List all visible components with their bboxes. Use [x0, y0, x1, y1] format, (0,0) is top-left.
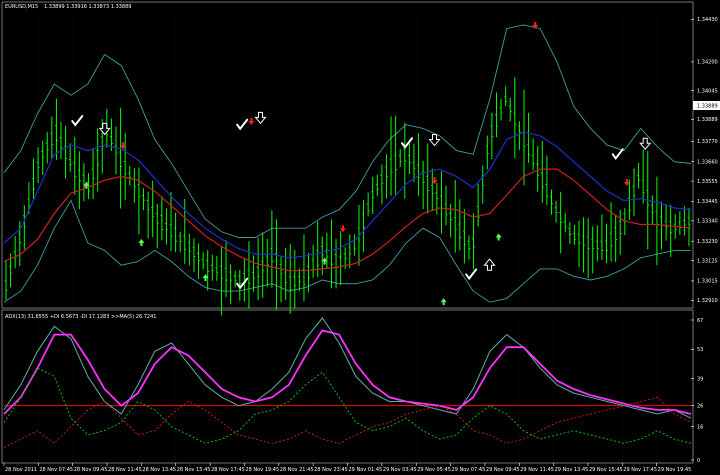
time-tick-label: 29 Nov 11:45: [520, 467, 554, 473]
price-tick-label: 1.33770: [697, 139, 718, 145]
price-tick-label: 1.33015: [697, 279, 718, 285]
price-tick-label: 1.33660: [697, 159, 718, 165]
time-tick-label: 28 Nov 2011: [5, 467, 37, 473]
time-tick-label: 29 Nov 07:45: [452, 467, 486, 473]
indicator-tick-label: 16: [697, 424, 703, 430]
price-tick-label: 1.34430: [697, 17, 718, 23]
price-tick-label: 1.32910: [697, 298, 718, 304]
indicator-tick-label: 26: [697, 403, 703, 409]
time-tick-label: 29 Nov 03:45: [383, 467, 417, 473]
time-tick-label: 28 Nov 17:45: [211, 467, 245, 473]
time-tick-label: 29 Nov 01:45: [349, 467, 383, 473]
price-tick-label: 1.33230: [697, 239, 718, 245]
price-tick-label: 1.33445: [697, 199, 718, 205]
price-tick-label: 1.33555: [697, 179, 718, 185]
price-tick-label: 1.33340: [697, 219, 718, 225]
time-tick-label: 28 Nov 13:45: [142, 467, 176, 473]
time-tick-label: 28 Nov 09:45: [74, 467, 108, 473]
time-tick-label: 28 Nov 19:45: [245, 467, 279, 473]
time-tick-label: 28 Nov 15:45: [177, 467, 211, 473]
time-tick-label: 28 Nov 07:45: [39, 467, 73, 473]
symbol-label: EURUSD,M15: [5, 4, 38, 10]
price-tick-label: 1.34045: [697, 88, 718, 94]
time-tick-label: 29 Nov 13:45: [555, 467, 589, 473]
current-price-label: 1.33889: [697, 104, 718, 110]
time-tick-label: 29 Nov 05:45: [417, 467, 451, 473]
time-tick-label: 28 Nov 11:45: [108, 467, 142, 473]
price-tick-label: 1.34200: [697, 60, 718, 66]
time-tick-label: 29 Nov 15:45: [589, 467, 623, 473]
price-tick-label: 1.33889: [697, 117, 718, 123]
time-tick-label: 29 Nov 19:45: [658, 467, 692, 473]
time-tick-label: 29 Nov 09:45: [486, 467, 520, 473]
indicator-label: ADX(13) 31.6555 +DI 6.5673 -DI 17.1283 >…: [5, 314, 156, 320]
indicator-tick-label: 39: [697, 376, 703, 382]
ohlc-label: 1.33899 1.33916 1.33873 1.33889: [44, 4, 131, 10]
indicator-tick-label: 53: [697, 347, 703, 353]
price-chart[interactable]: 1.34430 1.34200 1.34045 1.33889 1.33770 1.336…: [0, 0, 720, 475]
time-tick-label: 28 Nov 23:45: [314, 467, 348, 473]
indicator-tick-label: 0: [697, 458, 700, 464]
indicator-tick-label: 67: [697, 318, 703, 324]
time-tick-label: 28 Nov 21:45: [280, 467, 314, 473]
time-tick-label: 29 Nov 17:45: [623, 467, 657, 473]
price-tick-label: 1.33125: [697, 258, 718, 264]
